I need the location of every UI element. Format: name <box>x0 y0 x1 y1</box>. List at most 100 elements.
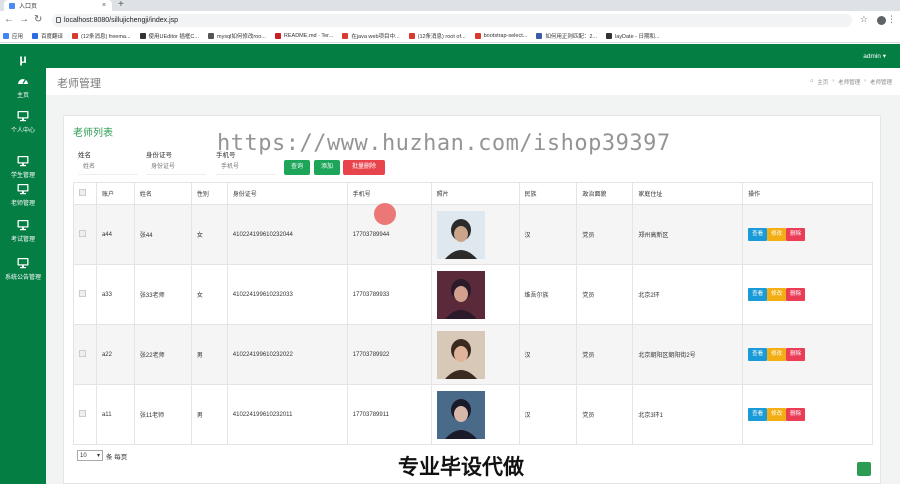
bookmark-label: (12条消息) root of... <box>417 33 466 40</box>
sidebar-item-0[interactable]: 主页 <box>0 75 46 109</box>
app-logo: μ <box>19 52 27 66</box>
view-button[interactable]: 查看 <box>748 288 768 301</box>
user-menu[interactable]: admin ▾ <box>863 52 886 60</box>
sidebar-item-label: 主页 <box>16 93 29 99</box>
table-row: a33 张33老师女 410224199610232033 17703789933 维吾… <box>73 264 873 325</box>
cell-ethnic: 维吾尔族 <box>518 264 578 325</box>
bookmark-favicon-icon <box>139 32 146 39</box>
info-icon[interactable] <box>56 17 61 23</box>
row-checkbox[interactable] <box>79 410 86 417</box>
profile-avatar-icon[interactable] <box>877 16 886 25</box>
bookmark-item[interactable]: (12条消息) freema... <box>72 32 131 40</box>
bookmark-item[interactable]: 使用UEditor 插框C... <box>139 32 199 40</box>
bookmark-label: 使用UEditor 插框C... <box>148 33 199 40</box>
scroll-to-top-button[interactable] <box>857 462 871 476</box>
chevron-down-icon: ▾ <box>96 453 100 459</box>
row-select-cell <box>73 384 97 445</box>
breadcrumb-separator: › <box>832 78 835 84</box>
bookmark-favicon-icon <box>408 32 415 39</box>
delete-button[interactable]: 删除 <box>786 348 806 361</box>
search-name-input[interactable] <box>78 160 138 175</box>
edit-button[interactable]: 修改 <box>767 288 787 301</box>
apps-grid-icon <box>3 32 9 39</box>
column-header: 账户 <box>95 182 135 205</box>
breadcrumb-item[interactable]: 老师管理 <box>870 78 892 86</box>
search-idcard-input[interactable] <box>146 160 206 175</box>
bookmark-item[interactable]: (12条消息) root of... <box>408 32 466 40</box>
cell-gender: 男 <box>190 384 228 445</box>
cell-account: a33 <box>95 264 135 325</box>
dashboard-icon <box>0 75 46 87</box>
row-checkbox[interactable] <box>79 230 86 237</box>
breadcrumb: ⌂ 主页 › 老师管理 › 老师管理 <box>806 78 892 86</box>
select-all-checkbox[interactable] <box>79 189 86 196</box>
forward-arrow-icon[interactable]: → <box>19 14 29 25</box>
monitor-icon <box>0 219 46 231</box>
bookmark-item[interactable]: 如何用正则匹配：2... <box>536 32 597 40</box>
row-select-cell <box>73 204 97 265</box>
new-tab-button[interactable]: + <box>118 0 124 10</box>
query-button[interactable]: 查询 <box>284 160 310 175</box>
edit-button[interactable]: 修改 <box>767 228 787 241</box>
search-phone-input[interactable] <box>216 160 276 175</box>
top-navbar: admin ▾ <box>46 44 900 68</box>
add-button[interactable]: 添加 <box>314 160 340 175</box>
row-select-cell <box>73 324 97 385</box>
watermark-text: https://www.huzhan.com/ishop39397 <box>217 131 671 156</box>
sidebar-item-3[interactable]: 老师管理 <box>0 183 46 217</box>
cell-actions: 查看 修改 删除 <box>742 324 873 385</box>
row-checkbox[interactable] <box>79 290 86 297</box>
bookmark-item[interactable]: mysql如何修改roo... <box>207 32 266 40</box>
bookmark-favicon-icon <box>536 32 543 39</box>
bookmark-item[interactable]: 百度翻译 <box>32 32 63 40</box>
view-button[interactable]: 查看 <box>748 228 768 241</box>
bookmark-item[interactable]: 应用 <box>3 32 23 40</box>
bookmark-item[interactable]: README.md · Ter... <box>274 32 333 39</box>
breadcrumb-item[interactable]: 老师管理 <box>838 78 860 86</box>
sidebar-item-label: 个人中心 <box>10 128 35 134</box>
page-size-suffix: 条 每页 <box>106 453 128 461</box>
delete-button[interactable]: 删除 <box>786 288 806 301</box>
view-button[interactable]: 查看 <box>748 348 768 361</box>
row-checkbox[interactable] <box>79 350 86 357</box>
cell-photo <box>430 264 520 325</box>
delete-button[interactable]: 删除 <box>786 228 806 241</box>
row-select-cell <box>73 264 97 325</box>
cell-actions: 查看 修改 删除 <box>742 204 873 265</box>
edit-button[interactable]: 修改 <box>767 408 787 421</box>
cell-account: a44 <box>95 204 135 265</box>
close-tab-icon[interactable]: × <box>102 2 106 9</box>
batch-delete-button[interactable]: 批量删除 <box>343 160 385 175</box>
browser-tab[interactable]: 入口页 × <box>4 0 112 11</box>
bookmark-label: layDate - 日期和... <box>614 33 660 40</box>
sidebar-item-1[interactable]: 个人中心 <box>0 110 46 144</box>
delete-button[interactable]: 删除 <box>786 408 806 421</box>
view-button[interactable]: 查看 <box>748 408 768 421</box>
monitor-icon <box>0 110 46 122</box>
reload-icon[interactable]: ↻ <box>34 14 42 25</box>
table-row: a11 张11老师男 410224199610232011 17703789911 汉党… <box>73 384 873 445</box>
sidebar: μ 主页 个人中心 学生管理 老师管理 考试管理 系统公告管理 <box>0 44 46 484</box>
column-header: 民族 <box>518 182 578 205</box>
edit-button[interactable]: 修改 <box>767 348 787 361</box>
sidebar-item-5[interactable]: 系统公告管理 <box>0 257 46 291</box>
bookmark-favicon-icon <box>274 32 281 39</box>
address-bar[interactable]: localhost:8080/sillujichengji/index.jsp <box>52 14 852 27</box>
cursor-highlight <box>374 203 396 225</box>
bookmark-item[interactable]: 在java web项目中... <box>342 32 400 40</box>
cell-idcard: 410224199610232022 <box>226 324 348 385</box>
browser-menu-icon[interactable]: ⋮ <box>887 14 896 25</box>
bookmark-favicon-icon <box>605 32 612 39</box>
breadcrumb-item[interactable]: 主页 <box>817 78 828 86</box>
page-size-value: 10 <box>80 452 87 459</box>
back-arrow-icon[interactable]: ← <box>4 14 14 25</box>
cell-ethnic: 汉 <box>518 204 578 265</box>
bookmark-item[interactable]: bootstrap-select... <box>474 32 527 39</box>
cell-photo <box>430 384 520 445</box>
sidebar-item-4[interactable]: 考试管理 <box>0 219 46 253</box>
bookmark-label: mysql如何修改roo... <box>216 33 266 40</box>
bookmark-star-icon[interactable]: ☆ <box>860 14 868 25</box>
page-size-select[interactable]: 10 ▾ <box>77 450 103 461</box>
bookmark-item[interactable]: layDate - 日期和... <box>605 32 660 40</box>
teacher-photo <box>436 390 485 439</box>
